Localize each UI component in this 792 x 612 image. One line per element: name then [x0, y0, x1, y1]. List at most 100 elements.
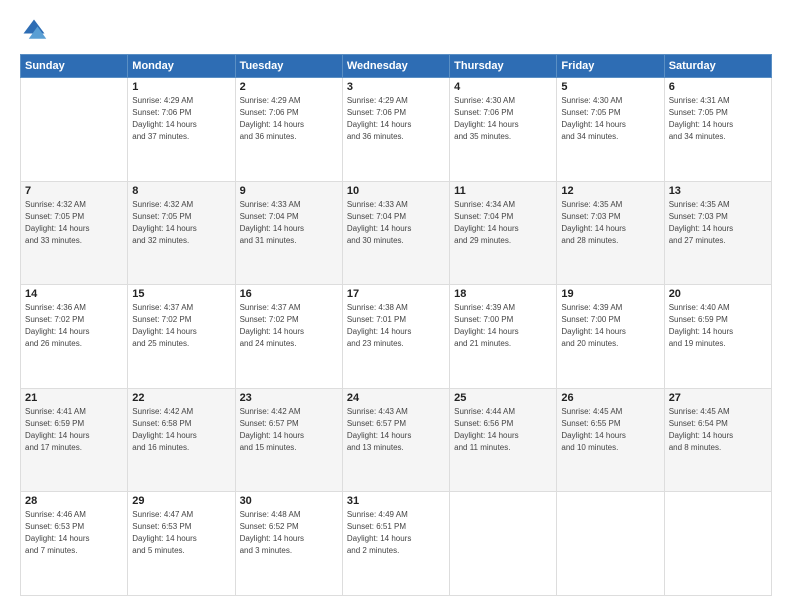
day-number: 12	[561, 185, 659, 197]
calendar-cell: 26Sunrise: 4:45 AM Sunset: 6:55 PM Dayli…	[557, 388, 664, 492]
day-number: 25	[454, 392, 552, 404]
day-number: 22	[132, 392, 230, 404]
day-number: 14	[25, 288, 123, 300]
calendar-cell: 1 Sunrise: 4:29 AM Sunset: 7:06 PM Daylig…	[128, 78, 235, 182]
calendar-cell: 28 Sunrise: 4:46 AM Sunset: 6:53 PM Dayli…	[21, 492, 128, 596]
day-number: 11	[454, 185, 552, 197]
day-info: Sunrise: 4:48 AM Sunset: 6:52 PM Dayligh…	[240, 509, 338, 557]
calendar-cell: 29Sunrise: 4:47 AM Sunset: 6:53 PM Dayli…	[128, 492, 235, 596]
day-info: Sunrise: 4:29 AM Sunset: 7:06 PM Dayligh…	[347, 95, 445, 143]
calendar-cell: 4 Sunrise: 4:30 AM Sunset: 7:06 PM Daylig…	[450, 78, 557, 182]
calendar-cell: 13 Sunrise: 4:35 AM Sunset: 7:03 PM Dayli…	[664, 181, 771, 285]
day-info: Sunrise: 4:37 AM Sunset: 7:02 PM Dayligh…	[240, 302, 338, 350]
calendar-cell: 7Sunrise: 4:32 AM Sunset: 7:05 PM Daylig…	[21, 181, 128, 285]
day-info: Sunrise: 4:30 AM Sunset: 7:05 PM Dayligh…	[561, 95, 659, 143]
calendar-cell: 25Sunrise: 4:44 AM Sunset: 6:56 PM Dayli…	[450, 388, 557, 492]
day-number: 20	[669, 288, 767, 300]
calendar-header-sunday: Sunday	[21, 55, 128, 78]
day-number: 5	[561, 81, 659, 93]
day-info: Sunrise: 4:45 AM Sunset: 6:55 PM Dayligh…	[561, 406, 659, 454]
day-info: Sunrise: 4:32 AM Sunset: 7:05 PM Dayligh…	[25, 199, 123, 247]
day-info: Sunrise: 4:42 AM Sunset: 6:58 PM Dayligh…	[132, 406, 230, 454]
day-info: Sunrise: 4:39 AM Sunset: 7:00 PM Dayligh…	[454, 302, 552, 350]
day-info: Sunrise: 4:45 AM Sunset: 6:54 PM Dayligh…	[669, 406, 767, 454]
calendar-cell: 10 Sunrise: 4:33 AM Sunset: 7:04 PM Dayli…	[342, 181, 449, 285]
calendar-cell: 12Sunrise: 4:35 AM Sunset: 7:03 PM Dayli…	[557, 181, 664, 285]
day-number: 17	[347, 288, 445, 300]
day-info: Sunrise: 4:49 AM Sunset: 6:51 PM Dayligh…	[347, 509, 445, 557]
day-number: 30	[240, 495, 338, 507]
day-info: Sunrise: 4:39 AM Sunset: 7:00 PM Dayligh…	[561, 302, 659, 350]
day-number: 1	[132, 81, 230, 93]
day-info: Sunrise: 4:46 AM Sunset: 6:53 PM Dayligh…	[25, 509, 123, 557]
calendar-header-saturday: Saturday	[664, 55, 771, 78]
calendar-cell: 6 Sunrise: 4:31 AM Sunset: 7:05 PM Daylig…	[664, 78, 771, 182]
calendar-cell: 20 Sunrise: 4:40 AM Sunset: 6:59 PM Dayli…	[664, 285, 771, 389]
calendar-header-monday: Monday	[128, 55, 235, 78]
day-number: 19	[561, 288, 659, 300]
day-number: 13	[669, 185, 767, 197]
day-number: 31	[347, 495, 445, 507]
day-info: Sunrise: 4:38 AM Sunset: 7:01 PM Dayligh…	[347, 302, 445, 350]
calendar-cell: 8 Sunrise: 4:32 AM Sunset: 7:05 PM Daylig…	[128, 181, 235, 285]
day-number: 15	[132, 288, 230, 300]
day-number: 3	[347, 81, 445, 93]
day-info: Sunrise: 4:36 AM Sunset: 7:02 PM Dayligh…	[25, 302, 123, 350]
calendar-cell: 27 Sunrise: 4:45 AM Sunset: 6:54 PM Dayli…	[664, 388, 771, 492]
calendar-header-thursday: Thursday	[450, 55, 557, 78]
day-number: 16	[240, 288, 338, 300]
calendar-table: SundayMondayTuesdayWednesdayThursdayFrid…	[20, 54, 772, 596]
day-info: Sunrise: 4:33 AM Sunset: 7:04 PM Dayligh…	[347, 199, 445, 247]
calendar-cell: 9 Sunrise: 4:33 AM Sunset: 7:04 PM Daylig…	[235, 181, 342, 285]
calendar-cell: 16 Sunrise: 4:37 AM Sunset: 7:02 PM Dayli…	[235, 285, 342, 389]
calendar-cell	[450, 492, 557, 596]
day-info: Sunrise: 4:35 AM Sunset: 7:03 PM Dayligh…	[669, 199, 767, 247]
day-info: Sunrise: 4:41 AM Sunset: 6:59 PM Dayligh…	[25, 406, 123, 454]
day-info: Sunrise: 4:37 AM Sunset: 7:02 PM Dayligh…	[132, 302, 230, 350]
day-info: Sunrise: 4:29 AM Sunset: 7:06 PM Dayligh…	[240, 95, 338, 143]
day-number: 27	[669, 392, 767, 404]
day-info: Sunrise: 4:31 AM Sunset: 7:05 PM Dayligh…	[669, 95, 767, 143]
calendar-cell: 22 Sunrise: 4:42 AM Sunset: 6:58 PM Dayli…	[128, 388, 235, 492]
calendar-cell: 17 Sunrise: 4:38 AM Sunset: 7:01 PM Dayli…	[342, 285, 449, 389]
day-number: 9	[240, 185, 338, 197]
day-number: 6	[669, 81, 767, 93]
day-info: Sunrise: 4:34 AM Sunset: 7:04 PM Dayligh…	[454, 199, 552, 247]
day-number: 29	[132, 495, 230, 507]
calendar-week-3: 14 Sunrise: 4:36 AM Sunset: 7:02 PM Dayli…	[21, 285, 772, 389]
calendar-cell	[557, 492, 664, 596]
calendar-week-2: 7Sunrise: 4:32 AM Sunset: 7:05 PM Daylig…	[21, 181, 772, 285]
day-number: 28	[25, 495, 123, 507]
calendar-cell: 2 Sunrise: 4:29 AM Sunset: 7:06 PM Daylig…	[235, 78, 342, 182]
calendar-cell: 15 Sunrise: 4:37 AM Sunset: 7:02 PM Dayli…	[128, 285, 235, 389]
day-number: 2	[240, 81, 338, 93]
day-number: 10	[347, 185, 445, 197]
calendar-cell: 5 Sunrise: 4:30 AM Sunset: 7:05 PM Daylig…	[557, 78, 664, 182]
day-number: 4	[454, 81, 552, 93]
day-info: Sunrise: 4:29 AM Sunset: 7:06 PM Dayligh…	[132, 95, 230, 143]
day-number: 8	[132, 185, 230, 197]
calendar-header-wednesday: Wednesday	[342, 55, 449, 78]
day-info: Sunrise: 4:43 AM Sunset: 6:57 PM Dayligh…	[347, 406, 445, 454]
day-info: Sunrise: 4:32 AM Sunset: 7:05 PM Dayligh…	[132, 199, 230, 247]
calendar-cell: 23 Sunrise: 4:42 AM Sunset: 6:57 PM Dayli…	[235, 388, 342, 492]
day-info: Sunrise: 4:40 AM Sunset: 6:59 PM Dayligh…	[669, 302, 767, 350]
day-number: 21	[25, 392, 123, 404]
day-info: Sunrise: 4:33 AM Sunset: 7:04 PM Dayligh…	[240, 199, 338, 247]
calendar-cell: 31 Sunrise: 4:49 AM Sunset: 6:51 PM Dayli…	[342, 492, 449, 596]
logo-icon	[20, 16, 48, 44]
calendar-cell: 11 Sunrise: 4:34 AM Sunset: 7:04 PM Dayli…	[450, 181, 557, 285]
calendar-cell	[21, 78, 128, 182]
page: SundayMondayTuesdayWednesdayThursdayFrid…	[0, 0, 792, 612]
calendar-week-1: 1 Sunrise: 4:29 AM Sunset: 7:06 PM Daylig…	[21, 78, 772, 182]
calendar-cell: 21 Sunrise: 4:41 AM Sunset: 6:59 PM Dayli…	[21, 388, 128, 492]
day-number: 18	[454, 288, 552, 300]
calendar-header-friday: Friday	[557, 55, 664, 78]
calendar-cell: 18 Sunrise: 4:39 AM Sunset: 7:00 PM Dayli…	[450, 285, 557, 389]
calendar-cell	[664, 492, 771, 596]
calendar-cell: 14 Sunrise: 4:36 AM Sunset: 7:02 PM Dayli…	[21, 285, 128, 389]
day-info: Sunrise: 4:30 AM Sunset: 7:06 PM Dayligh…	[454, 95, 552, 143]
calendar-week-5: 28 Sunrise: 4:46 AM Sunset: 6:53 PM Dayli…	[21, 492, 772, 596]
day-number: 23	[240, 392, 338, 404]
day-info: Sunrise: 4:42 AM Sunset: 6:57 PM Dayligh…	[240, 406, 338, 454]
